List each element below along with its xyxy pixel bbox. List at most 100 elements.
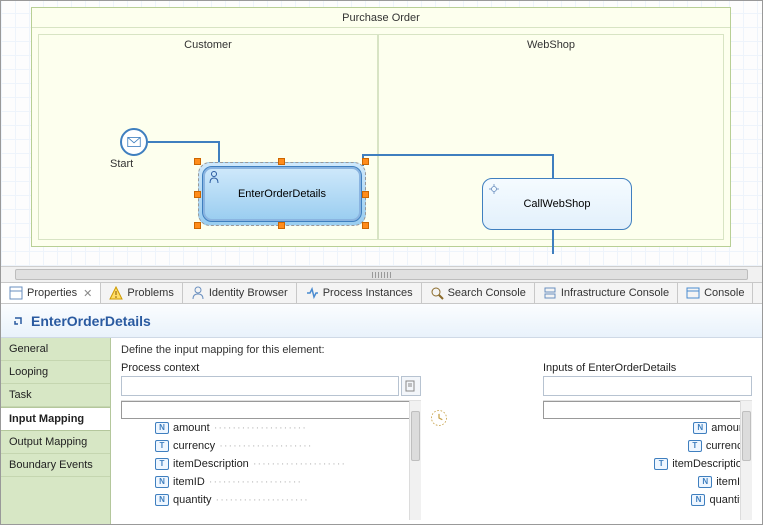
sequence-flow [552, 230, 554, 254]
tree-node[interactable]: TitemDescription ···················· [121, 455, 421, 473]
bpmn-canvas[interactable]: Purchase Order Customer WebShop Start [1, 1, 762, 266]
pool-title: Purchase Order [32, 8, 730, 28]
tab-label: Console [704, 287, 744, 299]
type-icon: N [698, 476, 712, 488]
pool-purchase-order[interactable]: Purchase Order Customer WebShop Start [31, 7, 731, 247]
console-icon [686, 286, 700, 300]
tab-label: Properties [27, 287, 77, 299]
collapse-icon[interactable] [13, 316, 23, 326]
mapping-gutter [427, 362, 537, 520]
type-icon: T [688, 440, 702, 452]
tree-node[interactable]: NitemID···················· [121, 473, 421, 491]
tree-filler: ···················· [214, 422, 421, 434]
instances-icon [305, 286, 319, 300]
tree-node[interactable]: Tcurrency [543, 437, 752, 455]
tab-process-instances[interactable]: Process Instances [297, 283, 422, 303]
type-icon: N [691, 494, 705, 506]
vtab-looping[interactable]: Looping [1, 361, 110, 384]
inputs-tree[interactable]: ◢DO_PurchaseOrderNamountTcurrencyTitemDe… [543, 400, 752, 520]
inputs-label: Inputs of EnterOrderDetails [543, 362, 752, 374]
sequence-flow [362, 154, 552, 156]
type-icon: N [693, 422, 707, 434]
type-icon: T [155, 440, 169, 452]
task-enter-order-details[interactable]: EnterOrderDetails [202, 166, 362, 222]
properties-header: EnterOrderDetails [1, 304, 762, 338]
scrollbar-thumb[interactable] [411, 411, 420, 461]
filter-button[interactable] [401, 376, 421, 396]
scrollbar-thumb[interactable] [15, 269, 748, 280]
tab-problems[interactable]: Problems [101, 283, 182, 303]
tree-node-label: itemDescription [173, 458, 249, 470]
task-call-webshop[interactable]: CallWebShop [482, 178, 632, 230]
lane-webshop-title: WebShop [379, 35, 723, 55]
tree-filler: ···················· [253, 458, 421, 470]
vtab-input-mapping[interactable]: Input Mapping [1, 407, 110, 431]
tree-node[interactable]: Nquantity [543, 491, 752, 509]
horizontal-scrollbar[interactable] [1, 266, 762, 282]
tab-search-console[interactable]: Search Console [422, 283, 535, 303]
vtab-task[interactable]: Task [1, 384, 110, 407]
type-icon: T [155, 458, 169, 470]
vtab-boundary-events[interactable]: Boundary Events [1, 454, 110, 477]
tree-filler: ···················· [219, 440, 421, 452]
process-context-filter-input[interactable] [121, 376, 399, 396]
tab-label: Process Instances [323, 287, 413, 299]
tree-node[interactable]: Namount [543, 419, 752, 437]
type-icon: N [155, 422, 169, 434]
tree-node[interactable]: TitemDescription [543, 455, 752, 473]
vertical-scrollbar[interactable] [740, 401, 752, 520]
panel-caption: Define the input mapping for this elemen… [121, 344, 752, 356]
properties-title: EnterOrderDetails [31, 313, 151, 329]
lane-customer-title: Customer [39, 35, 377, 55]
tab-label: Search Console [448, 287, 526, 299]
vtab-general[interactable]: General [1, 338, 110, 361]
close-icon[interactable]: ✕ [83, 287, 92, 300]
view-tabs: Properties ✕ Problems Identity Browser P… [1, 282, 762, 304]
tree-node[interactable]: Namount ···················· [121, 419, 421, 437]
tab-identity-browser[interactable]: Identity Browser [183, 283, 297, 303]
person-icon [191, 286, 205, 300]
warning-icon [109, 286, 123, 300]
tab-console[interactable]: Console [678, 283, 753, 303]
vtab-output-mapping[interactable]: Output Mapping [1, 431, 110, 454]
sequence-flow [552, 154, 554, 178]
tree-node-label: currency [173, 440, 215, 452]
tab-label: Identity Browser [209, 287, 288, 299]
tree-node[interactable]: Nquantity ···················· [121, 491, 421, 509]
search-icon [430, 286, 444, 300]
properties-icon [9, 286, 23, 300]
tree-root[interactable]: ◢DO_PurchaseOrder [543, 401, 752, 419]
tab-label: Problems [127, 287, 173, 299]
tree-filler: ···················· [209, 476, 421, 488]
server-icon [543, 286, 557, 300]
tree-node-label: amount [173, 422, 210, 434]
tree-node-label: quantity [173, 494, 212, 506]
envelope-icon [127, 137, 141, 147]
properties-vertical-tabs: General Looping Task Input Mapping Outpu… [1, 338, 111, 524]
process-context-tree[interactable]: ◢DO_PurchaseOrder················Namount… [121, 400, 421, 520]
sequence-flow [148, 141, 218, 143]
vertical-scrollbar[interactable] [409, 401, 421, 520]
inputs-filter-input[interactable] [543, 376, 752, 396]
filter-icon [405, 380, 417, 392]
tree-node[interactable]: NitemID [543, 473, 752, 491]
properties-body: General Looping Task Input Mapping Outpu… [1, 338, 762, 524]
scrollbar-thumb[interactable] [742, 411, 751, 461]
tree-root[interactable]: ◢DO_PurchaseOrder················ [121, 401, 421, 419]
type-icon: N [155, 494, 169, 506]
tab-properties[interactable]: Properties ✕ [1, 283, 101, 303]
start-event[interactable] [120, 128, 148, 156]
input-mapping-panel: Define the input mapping for this elemen… [111, 338, 762, 524]
sequence-flow [218, 141, 220, 166]
inputs-column: Inputs of EnterOrderDetails ◢DO_Purchase… [543, 362, 752, 520]
process-context-label: Process context [121, 362, 421, 374]
tree-node[interactable]: Tcurrency ···················· [121, 437, 421, 455]
tree-filler: ···················· [216, 494, 421, 506]
tab-infrastructure-console[interactable]: Infrastructure Console [535, 283, 678, 303]
tab-label: Infrastructure Console [561, 287, 669, 299]
user-task-icon [209, 171, 219, 183]
task-label: EnterOrderDetails [238, 188, 326, 200]
process-context-column: Process context ◢DO_PurchaseOrder·······… [121, 362, 421, 520]
tree-node-label: itemID [173, 476, 205, 488]
type-icon: T [654, 458, 668, 470]
